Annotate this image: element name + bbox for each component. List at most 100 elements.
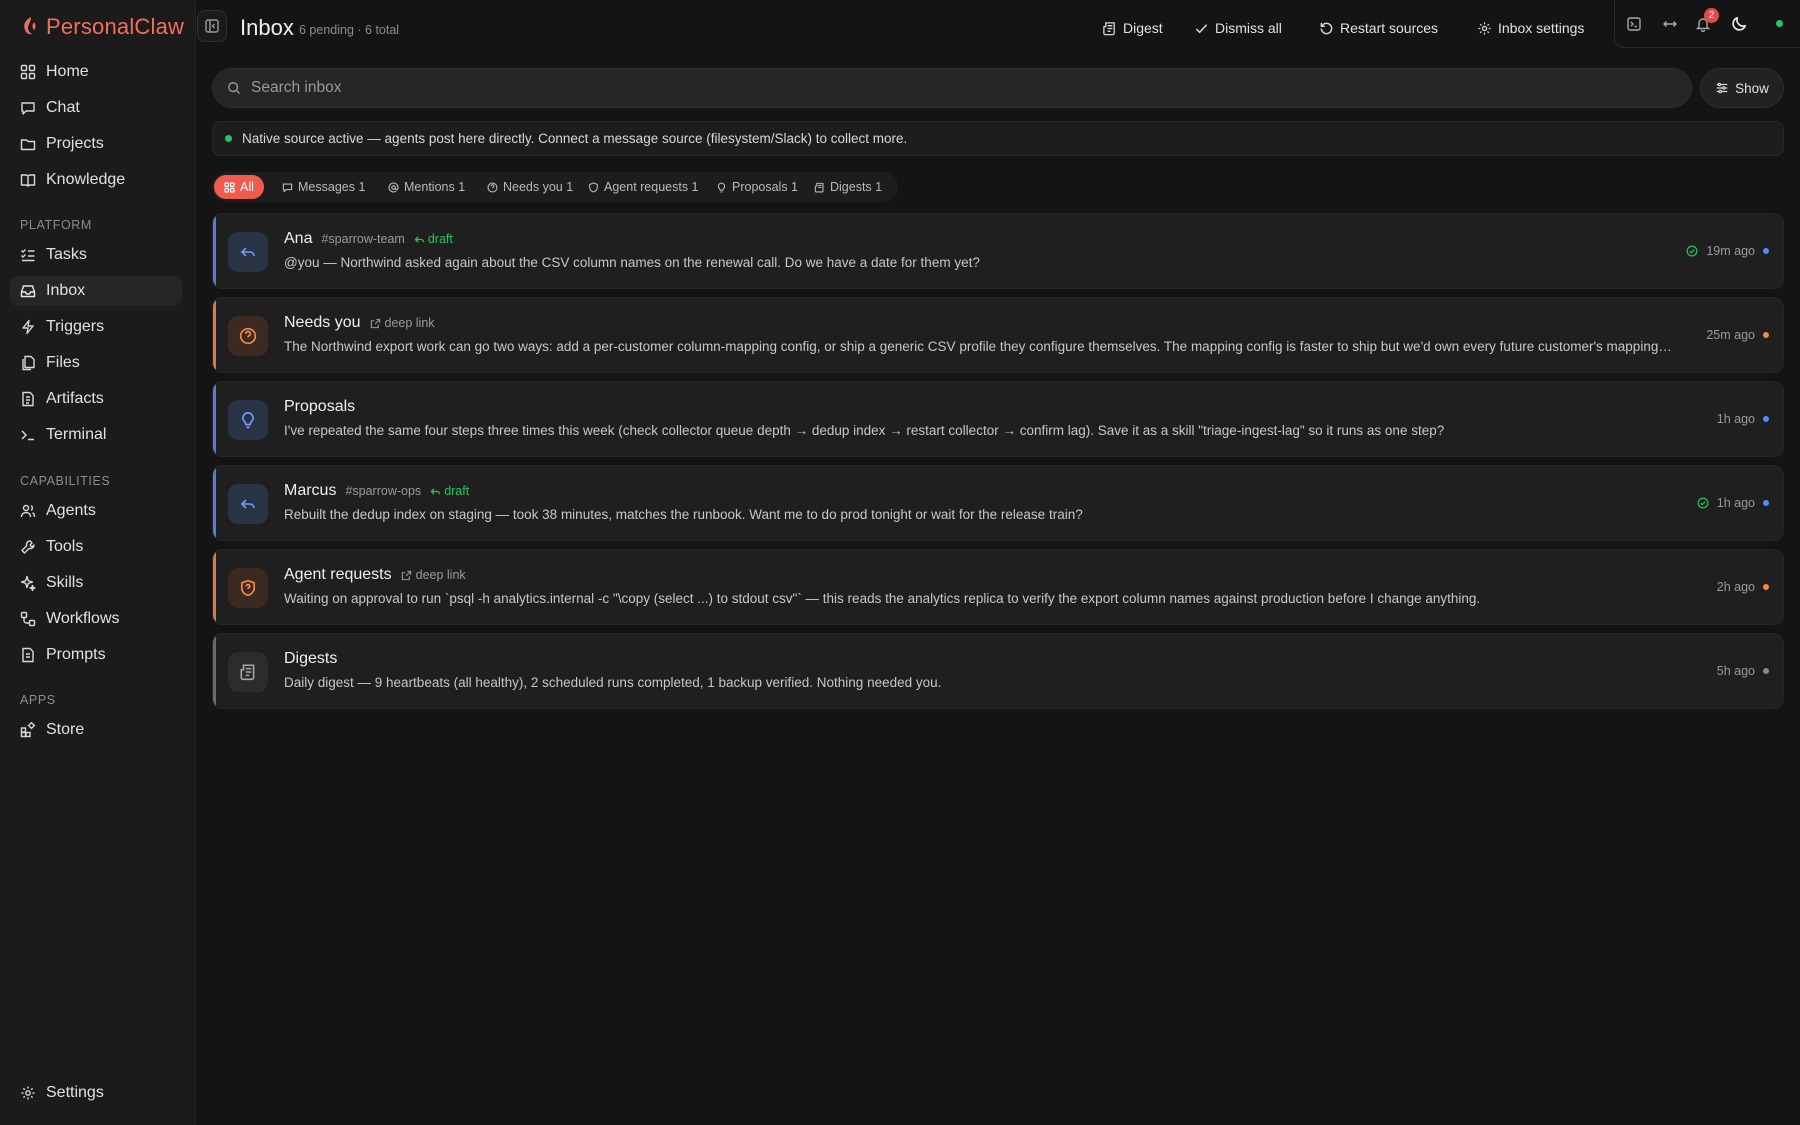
search-input[interactable] [251, 79, 1651, 97]
sidebar-item-label: Settings [46, 1084, 104, 1101]
item-avatar [228, 232, 268, 272]
inbox-item[interactable]: Proposals I've repeated the same four st… [212, 381, 1784, 457]
workflow-icon [20, 611, 36, 627]
item-body: I've repeated the same four steps three … [284, 423, 1445, 438]
item-body: @you — Northwind asked again about the C… [284, 255, 980, 270]
sidebar-item-projects[interactable]: Projects [10, 129, 182, 159]
tab-all[interactable]: All [214, 175, 264, 199]
notification-badge: 2 [1704, 8, 1719, 23]
sidebar-item-inbox[interactable]: Inbox [10, 276, 182, 306]
item-accent-bar [213, 550, 216, 624]
item-deep-link[interactable]: deep link [401, 568, 466, 582]
lightbulb-icon [242, 412, 254, 429]
files-icon [22, 355, 35, 371]
brand[interactable]: PersonalClaw [20, 14, 184, 40]
item-body: Waiting on approval to run `psql -h anal… [284, 591, 1481, 606]
sidebar-item-agents[interactable]: Agents [10, 496, 182, 526]
inbox-settings-button[interactable]: Inbox settings [1477, 16, 1584, 40]
collapse-sidebar-button[interactable] [197, 10, 227, 42]
refresh-icon [1320, 22, 1333, 34]
show-filter-button[interactable]: Show [1700, 68, 1784, 108]
terminal-window-icon [1627, 17, 1641, 31]
sidebar-item-label: Triggers [46, 318, 105, 335]
inbox-item[interactable]: Marcus #sparrow-ops draft Rebuilt the de… [212, 465, 1784, 541]
unread-dot [1763, 332, 1769, 338]
item-draft-tag[interactable]: draft [430, 484, 469, 498]
item-draft-tag[interactable]: draft [414, 232, 453, 246]
section-apps: APPS [20, 693, 56, 707]
arrows-horizontal-icon [1663, 21, 1677, 27]
digest-label: Digest [1123, 20, 1163, 36]
item-avatar [228, 484, 268, 524]
terminal-panel-button[interactable] [1624, 14, 1644, 34]
tab-messages[interactable]: Messages 1 [272, 175, 375, 199]
item-avatar [228, 568, 268, 608]
tab-label: Digests 1 [830, 180, 883, 194]
sidebar-item-label: Chat [46, 99, 80, 116]
filter-tabs: All Messages 1 Mentions 1 Needs you 1 Ag… [212, 172, 898, 202]
theme-toggle-button[interactable] [1729, 14, 1749, 34]
restart-sources-label: Restart sources [1340, 20, 1439, 36]
item-accent-bar [213, 382, 216, 456]
item-deep-link[interactable]: deep link [370, 316, 435, 330]
sidebar-item-artifacts[interactable]: Artifacts [10, 384, 182, 414]
tab-digests[interactable]: Digests 1 [804, 175, 892, 199]
inbox-item[interactable]: Ana #sparrow-team draft @you — Northwind… [212, 213, 1784, 289]
tab-needs-you[interactable]: Needs you 1 [477, 175, 583, 199]
sidebar-item-home[interactable]: Home [10, 57, 182, 87]
item-title: Proposals [284, 398, 356, 415]
tab-label: Mentions 1 [404, 180, 466, 194]
gear-icon [21, 1086, 35, 1100]
sidebar-item-store[interactable]: Store [10, 715, 182, 745]
dismiss-all-button[interactable]: Dismiss all [1194, 16, 1282, 40]
item-time: 5h ago [1716, 664, 1755, 678]
sidebar-item-tools[interactable]: Tools [10, 532, 182, 562]
deep-link-label: deep link [384, 316, 435, 330]
item-title: Digests [284, 650, 338, 667]
sidebar-item-terminal[interactable]: Terminal [10, 420, 182, 450]
prompt-icon [22, 647, 34, 663]
item-channel[interactable]: #sparrow-ops [345, 484, 421, 498]
sidebar-item-triggers[interactable]: Triggers [10, 312, 182, 342]
item-accent-bar [213, 634, 216, 708]
terminal-icon [21, 430, 34, 441]
inbox-item[interactable]: Digests Daily digest — 9 heartbeats (all… [212, 633, 1784, 709]
sidebar-item-knowledge[interactable]: Knowledge [10, 165, 182, 195]
unread-dot [1763, 248, 1769, 254]
item-channel[interactable]: #sparrow-team [321, 232, 404, 246]
sidebar-item-settings[interactable]: Settings [10, 1078, 182, 1108]
inbox-item[interactable]: Agent requests deep link Waiting on appr… [212, 549, 1784, 625]
chat-icon [21, 102, 35, 115]
digest-button[interactable]: Digest [1102, 16, 1163, 40]
sidebar-item-label: Knowledge [46, 171, 126, 188]
sidebar-item-workflows[interactable]: Workflows [10, 604, 182, 634]
inbox-item[interactable]: Needs you deep link The Northwind export… [212, 297, 1784, 373]
box-icon [22, 391, 34, 407]
restart-sources-button[interactable]: Restart sources [1319, 16, 1438, 40]
sidebar-item-prompts[interactable]: Prompts [10, 640, 182, 670]
newspaper-icon [240, 664, 255, 681]
search-bar [212, 68, 1692, 108]
show-label: Show [1735, 80, 1769, 96]
item-sender: Ana [284, 230, 313, 247]
deep-link-label: deep link [415, 568, 466, 582]
unread-dot [1763, 668, 1769, 674]
tab-proposals[interactable]: Proposals 1 [706, 175, 808, 199]
sidebar-item-label: Artifacts [46, 390, 104, 407]
item-title: Needs you [284, 314, 361, 331]
expand-width-button[interactable] [1660, 14, 1680, 34]
claw-logo-icon [24, 17, 36, 35]
sidebar-item-skills[interactable]: Skills [10, 568, 182, 598]
sidebar-item-chat[interactable]: Chat [10, 93, 182, 123]
item-avatar [228, 652, 268, 692]
tab-mentions[interactable]: Mentions 1 [378, 175, 475, 199]
page-subtitle: 6 pending · 6 total [299, 23, 400, 37]
tab-agent-requests[interactable]: Agent requests 1 [578, 175, 709, 199]
shield-question-icon [240, 579, 256, 597]
check-icon [1195, 23, 1208, 33]
sidebar-item-tasks[interactable]: Tasks [10, 240, 182, 270]
at-sign-icon [388, 181, 399, 192]
sidebar-item-files[interactable]: Files [10, 348, 182, 378]
section-capabilities: CAPABILITIES [20, 474, 111, 488]
tab-label: Messages 1 [298, 180, 366, 194]
